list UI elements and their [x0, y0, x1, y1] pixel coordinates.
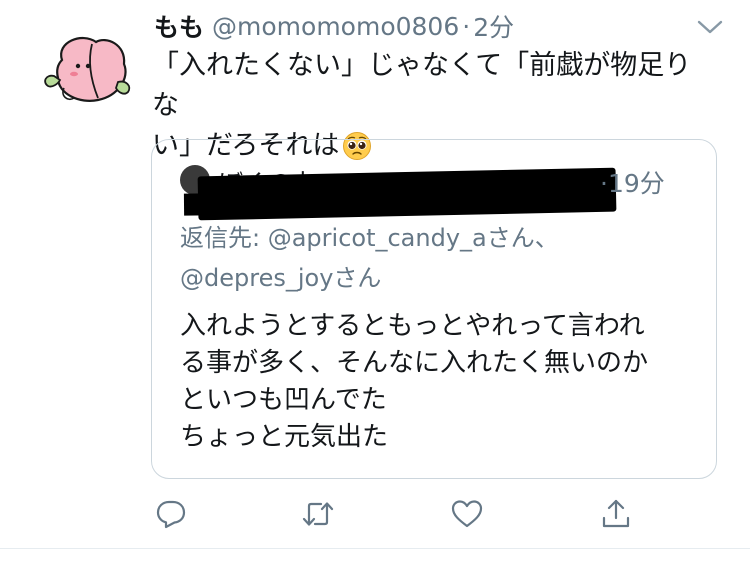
- author-name[interactable]: もも: [154, 8, 204, 44]
- reply-icon[interactable]: [149, 492, 193, 536]
- like-icon[interactable]: [445, 492, 489, 536]
- tweet-text-line: 「入れたくない」じゃなくて「前戯が物足りな: [152, 50, 692, 121]
- quoted-separator: ·: [600, 169, 608, 198]
- quoted-text-line: といつも凹んでた: [180, 385, 387, 415]
- quoted-text-line: る事が多く、そんなに入れたく無いのか: [180, 348, 649, 378]
- peach-avatar-icon: [44, 37, 131, 102]
- quoted-tweet[interactable]: ぼくの九0724 ·19分 返信先: @apricot_candy_aさん、 @…: [151, 139, 717, 479]
- quoted-timestamp: ·19分: [600, 164, 665, 200]
- mention-suffix: さん: [333, 264, 382, 292]
- tweet-divider: [0, 548, 750, 549]
- action-bar: [0, 492, 750, 536]
- replying-to: 返信先: @apricot_candy_aさん、 @depres_joyさん: [180, 218, 700, 298]
- share-icon[interactable]: [594, 492, 638, 536]
- quoted-text-line: ちょっと元気出た: [180, 422, 389, 452]
- chevron-down-icon[interactable]: [694, 12, 726, 40]
- quoted-tweet-text: 入れようとするともっとやれって言われ る事が多く、そんなに入れたく無いのか とい…: [180, 308, 700, 456]
- retweet-icon[interactable]: [296, 492, 340, 536]
- redaction-mark: [183, 190, 485, 216]
- author-handle[interactable]: @momomomo0806: [212, 12, 459, 41]
- timestamp[interactable]: 2分: [473, 8, 514, 44]
- replying-prefix: 返信先:: [180, 224, 268, 252]
- quoted-tweet-header: ぼくの九0724 ·19分: [180, 162, 710, 221]
- mention-suffix: さん、: [486, 224, 559, 252]
- mention-link[interactable]: @depres_joy: [180, 264, 333, 292]
- quoted-time: 19分: [607, 169, 665, 198]
- tweet[interactable]: もも @momomomo0806 · 2分 「入れたくない」じゃなくて「前戯が物…: [0, 0, 750, 548]
- tweet-header: もも @momomomo0806 · 2分: [154, 9, 514, 43]
- avatar[interactable]: [34, 22, 140, 128]
- separator: ·: [462, 11, 471, 41]
- mention-link[interactable]: @apricot_candy_a: [268, 224, 487, 252]
- quoted-text-line: 入れようとするともっとやれって言われ: [180, 311, 645, 341]
